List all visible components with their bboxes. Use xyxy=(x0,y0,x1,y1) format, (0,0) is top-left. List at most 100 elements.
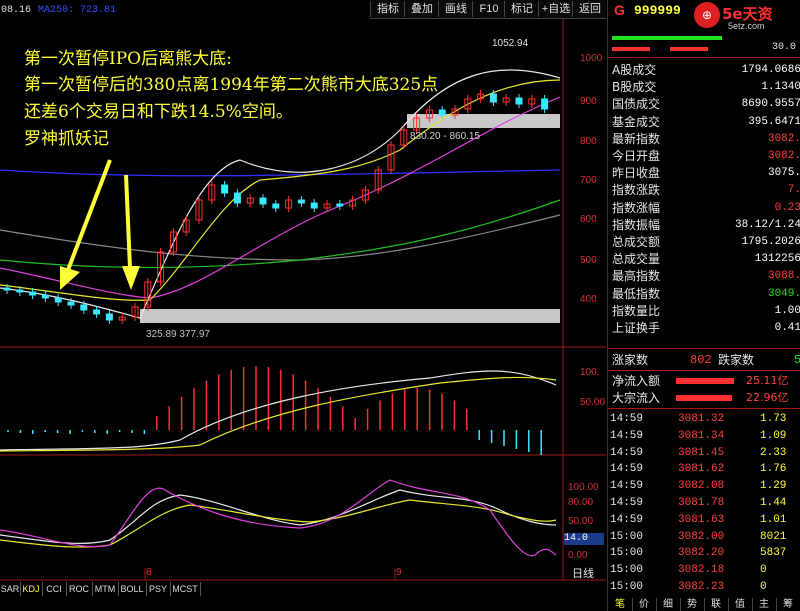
kdj-tick-0: 0.00 xyxy=(568,550,588,561)
candle-body xyxy=(105,313,113,321)
stat-row: 指数振幅 38.12/1.24 xyxy=(612,217,800,233)
support-zone xyxy=(140,309,560,323)
trade-vol: 1.73 xyxy=(760,413,787,425)
arrow-2-shaft xyxy=(124,174,132,269)
kline-chart-area[interactable]: 指标 叠加 画线 F10 标记 +自选 返回 08.16 MA250: 723.… xyxy=(0,0,606,611)
stat-value: 7. xyxy=(787,184,800,197)
tab-price[interactable]: 价 xyxy=(632,598,657,611)
tab-boll[interactable]: BOLL xyxy=(118,582,147,596)
macd-dea-line xyxy=(0,376,557,452)
stat-label: 最新指数 xyxy=(612,131,661,146)
divider-mid xyxy=(608,348,800,349)
high-marker-label: 1052.94 xyxy=(492,38,529,49)
caption-line-4: 罗神抓妖记 xyxy=(24,129,109,149)
macd-tick-100: 100. xyxy=(580,367,600,378)
divider-trades xyxy=(608,408,800,409)
trade-vol: 8021 xyxy=(760,530,787,543)
trade-price: 3081.45 xyxy=(678,446,725,459)
stat-row: 最新指数 3082. xyxy=(612,131,800,147)
tab-main[interactable]: 主 xyxy=(752,598,777,611)
trade-row: 15:00 3082.00 8021 xyxy=(608,529,800,545)
stat-label: 指数涨幅 xyxy=(612,200,661,215)
stat-label: 总成交额 xyxy=(612,235,661,249)
candle-body xyxy=(41,294,49,299)
caption-line-2: 第一次暂停后的380点离1994年第二次熊市大底325点 xyxy=(24,75,439,95)
y-tick-600: 600 xyxy=(580,214,597,225)
stat-row: 指数涨跌 7. xyxy=(612,182,800,198)
kdj-tick-100: 100.00 xyxy=(568,482,599,493)
topline-value: 30.0 xyxy=(772,42,797,53)
trade-price: 3082.20 xyxy=(678,547,725,560)
tab-psy[interactable]: PSY xyxy=(146,582,171,596)
stat-value: 1795.2026 xyxy=(741,236,800,248)
stat-label: 最高指数 xyxy=(612,269,661,284)
x-label-9: 9 xyxy=(396,567,402,578)
trade-time: 14:59 xyxy=(610,429,644,442)
advancers-row: 涨家数 802 跌家数 5 xyxy=(612,352,800,368)
candle-body xyxy=(336,203,344,207)
macd-histogram xyxy=(7,366,542,455)
stat-value: 3082. xyxy=(767,150,800,162)
trade-time: 14:59 xyxy=(610,497,644,509)
stat-label: 昨日收盘 xyxy=(612,166,661,181)
stat-row: 国债成交 8690.9557 xyxy=(612,96,800,112)
tab-trend[interactable]: 势 xyxy=(680,598,705,611)
tab-roc[interactable]: ROC xyxy=(66,582,93,596)
tab-kdj[interactable]: KDJ xyxy=(20,582,43,596)
tab-sar[interactable]: SAR xyxy=(0,582,21,596)
stat-row: 指数涨幅 0.23 xyxy=(612,200,800,216)
divider-top xyxy=(608,57,800,58)
candle-body xyxy=(29,291,37,296)
stat-value: 0.41 xyxy=(774,322,800,334)
arrow-1-shaft xyxy=(66,159,112,271)
trade-price: 3081.62 xyxy=(678,463,725,476)
candle-body xyxy=(259,197,267,205)
kdj-k-line xyxy=(0,489,557,544)
trade-price: 3081.32 xyxy=(678,413,725,425)
trade-price: 3082.18 xyxy=(678,564,725,577)
tab-mtm[interactable]: MTM xyxy=(92,582,119,596)
stat-row: 上证换手 0.41 xyxy=(612,320,800,336)
decliners-value: 5 xyxy=(794,353,800,367)
ma60-line xyxy=(0,199,561,269)
stat-label: 今日开盘 xyxy=(612,149,661,163)
tab-ticks[interactable]: 笔 xyxy=(608,598,633,611)
trade-time: 15:00 xyxy=(610,530,644,543)
period-label[interactable]: 日线 xyxy=(572,565,594,581)
tab-mcst[interactable]: MCST xyxy=(170,582,201,596)
quote-panel: G 999999 ⊕ 5e天资 5etz.com 30.0 A股成交 1794.0… xyxy=(607,0,800,611)
stat-value: 0.23 xyxy=(774,201,800,214)
stat-value: 1.1340 xyxy=(761,81,800,94)
trade-time: 14:59 xyxy=(610,446,644,459)
candle-body xyxy=(80,304,88,311)
kdj-value-box: 14.0 xyxy=(564,533,604,545)
tab-cci[interactable]: CCI xyxy=(42,582,67,596)
stat-value: 395.6471 xyxy=(748,115,800,128)
trade-time: 14:59 xyxy=(610,463,644,476)
stat-row: 指数量比 1.00 xyxy=(612,303,800,319)
stat-label: A股成交 xyxy=(612,63,657,77)
trade-time: 14:59 xyxy=(610,413,644,425)
stat-row: 今日开盘 3082. xyxy=(612,148,800,164)
tab-link[interactable]: 联 xyxy=(704,598,729,611)
y-tick-800: 800 xyxy=(580,136,597,147)
tab-value[interactable]: 值 xyxy=(728,598,753,611)
trade-vol: 0 xyxy=(760,564,767,577)
trade-row: 14:59 3081.34 1.09 xyxy=(608,428,800,444)
trade-row: 14:59 3081.32 1.73 xyxy=(608,411,800,427)
y-tick-900: 900 xyxy=(580,96,597,107)
tab-detail[interactable]: 细 xyxy=(656,598,681,611)
candle-body xyxy=(16,289,24,293)
candle-body xyxy=(310,202,318,209)
stat-row: 总成交额 1795.2026 xyxy=(612,234,800,250)
progress-bar-red-2 xyxy=(670,47,708,51)
stat-label: 基金成交 xyxy=(612,114,661,129)
stat-label: 最低指数 xyxy=(612,286,661,301)
candle-body xyxy=(272,203,280,209)
stat-row: B股成交 1.1340 xyxy=(612,79,800,95)
advancers-label: 涨家数 xyxy=(612,353,649,367)
trade-vol: 0 xyxy=(760,581,767,593)
stat-row: 总成交量 1312256 xyxy=(612,251,800,267)
tab-chips[interactable]: 筹 xyxy=(776,598,800,611)
block-inflow-value: 22.96亿 xyxy=(746,391,789,404)
